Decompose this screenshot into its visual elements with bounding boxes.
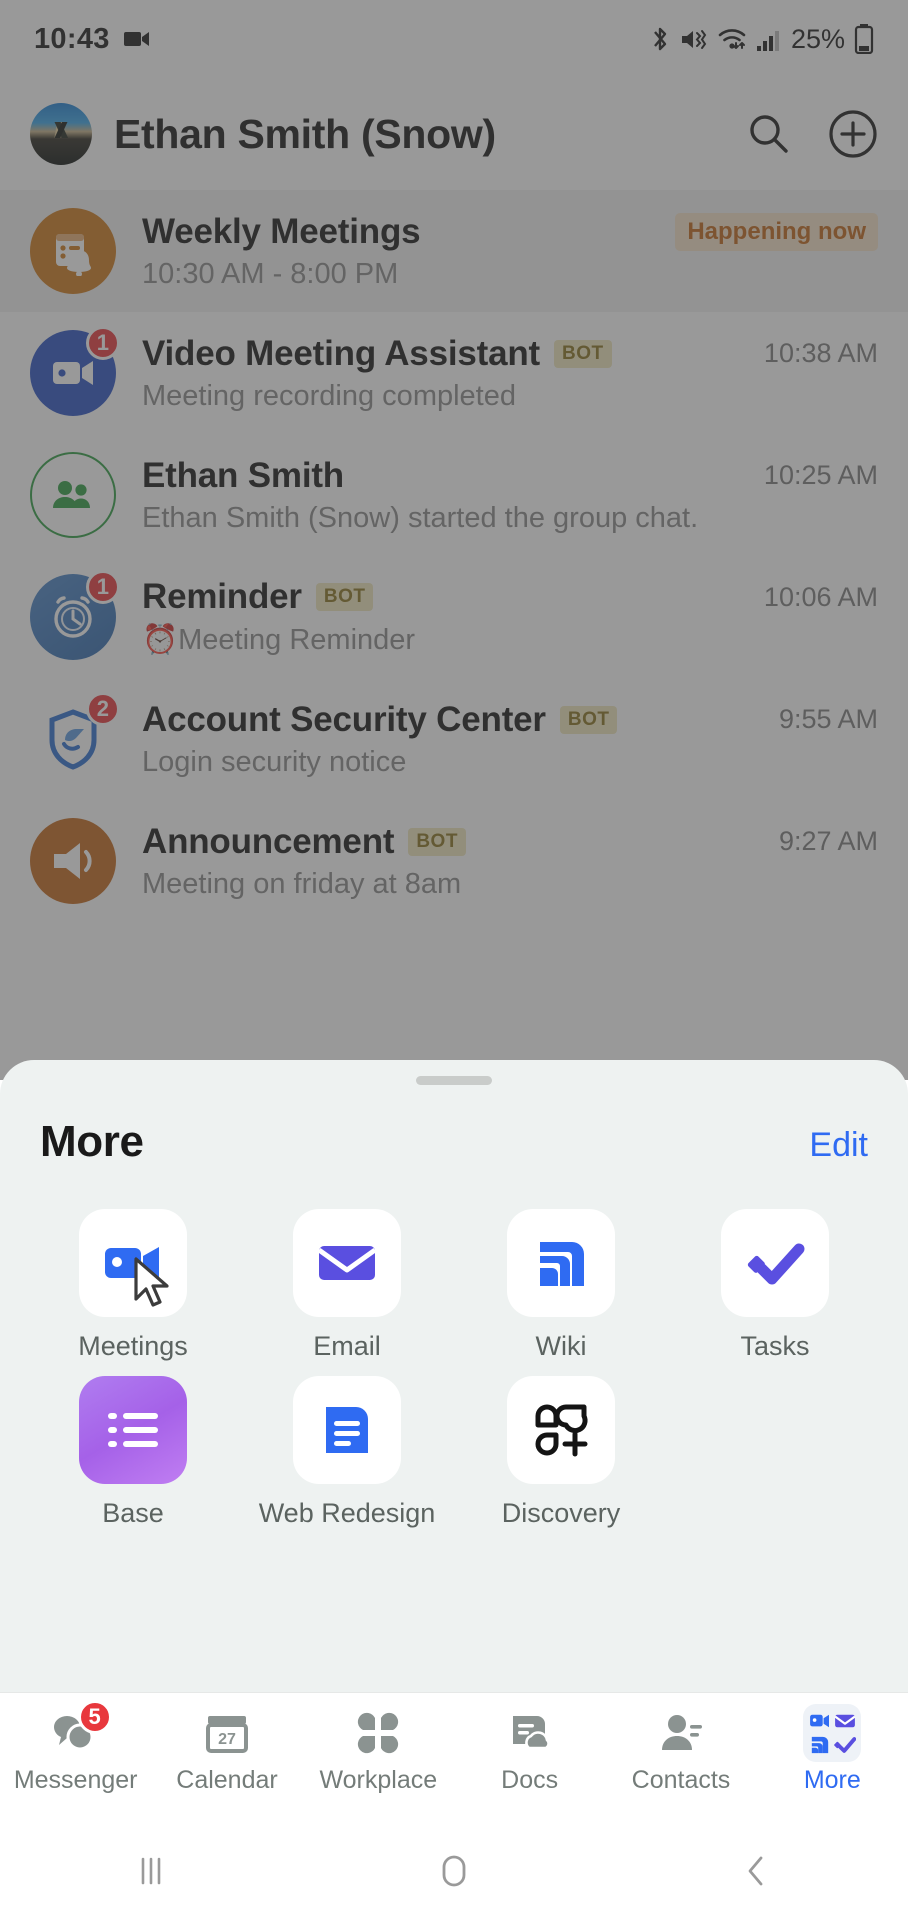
app-label: Meetings bbox=[78, 1331, 188, 1361]
tab-label: Contacts bbox=[631, 1766, 731, 1794]
video-camera-icon bbox=[810, 1714, 830, 1728]
app-shortcut-email[interactable]: Email bbox=[240, 1209, 454, 1362]
contacts-icon bbox=[658, 1707, 704, 1759]
tab-messenger[interactable]: 5 Messenger bbox=[0, 1700, 151, 1795]
tab-more[interactable]: More bbox=[757, 1704, 908, 1795]
video-camera-icon bbox=[79, 1209, 187, 1317]
chat-bubbles-icon: 5 bbox=[50, 1700, 112, 1759]
app-shortcut-web-redesign[interactable]: Web Redesign bbox=[240, 1376, 454, 1529]
sheet-header: More Edit bbox=[0, 1085, 908, 1167]
app-shortcut-grid: Meetings Email Wiki Tasks Base Web Redes… bbox=[0, 1167, 908, 1529]
android-navigation-bar bbox=[0, 1822, 908, 1920]
wiki-icon bbox=[811, 1737, 829, 1754]
app-shortcut-meetings[interactable]: Meetings bbox=[26, 1209, 240, 1362]
app-label: Web Redesign bbox=[258, 1498, 436, 1528]
unread-badge: 5 bbox=[77, 1700, 112, 1734]
app-shortcut-wiki[interactable]: Wiki bbox=[454, 1209, 668, 1362]
tab-calendar[interactable]: 27 Calendar bbox=[151, 1707, 302, 1795]
double-check-icon bbox=[833, 1737, 856, 1754]
app-label: Wiki bbox=[535, 1331, 587, 1361]
tab-workplace[interactable]: Workplace bbox=[303, 1707, 454, 1795]
app-label: Email bbox=[313, 1331, 381, 1361]
edit-button[interactable]: Edit bbox=[809, 1126, 868, 1165]
envelope-icon bbox=[293, 1209, 401, 1317]
home-icon[interactable] bbox=[303, 1849, 606, 1893]
app-shortcut-discovery[interactable]: Discovery bbox=[454, 1376, 668, 1529]
more-mini-grid bbox=[803, 1704, 862, 1762]
back-icon[interactable] bbox=[605, 1849, 908, 1893]
sheet-title: More bbox=[40, 1117, 144, 1166]
sheet-drag-handle[interactable] bbox=[416, 1076, 492, 1085]
calendar-icon: 27 bbox=[204, 1707, 250, 1759]
tab-docs[interactable]: Docs bbox=[454, 1707, 605, 1795]
wiki-icon bbox=[507, 1209, 615, 1317]
mouse-cursor-icon bbox=[134, 1257, 169, 1307]
list-grid-icon bbox=[79, 1376, 187, 1484]
envelope-icon bbox=[834, 1714, 856, 1728]
tab-label: More bbox=[803, 1766, 861, 1794]
app-label: Discovery bbox=[501, 1498, 621, 1528]
tab-contacts[interactable]: Contacts bbox=[605, 1707, 756, 1795]
recents-icon[interactable] bbox=[0, 1851, 303, 1891]
four-petal-icon bbox=[355, 1707, 401, 1759]
tab-label: Calendar bbox=[176, 1766, 278, 1794]
app-shortcut-base[interactable]: Base bbox=[26, 1376, 240, 1529]
modal-scrim[interactable] bbox=[0, 0, 908, 1080]
tab-label: Workplace bbox=[319, 1766, 438, 1794]
double-check-icon bbox=[721, 1209, 829, 1317]
app-label: Tasks bbox=[740, 1331, 810, 1361]
app-grid-plus-icon bbox=[507, 1376, 615, 1484]
docs-cloud-icon bbox=[507, 1707, 553, 1759]
tab-label: Docs bbox=[501, 1766, 559, 1794]
document-icon bbox=[293, 1376, 401, 1484]
calendar-day-number: 27 bbox=[218, 1731, 236, 1748]
more-grid-icon bbox=[803, 1704, 862, 1762]
more-bottom-sheet: More Edit Meetings Email Wiki Tasks Base… bbox=[0, 1060, 908, 1762]
tab-label: Messenger bbox=[13, 1766, 138, 1794]
bottom-tab-bar: 5 Messenger 27 Calendar Workplace Docs C… bbox=[0, 1692, 908, 1822]
app-shortcut-tasks[interactable]: Tasks bbox=[668, 1209, 882, 1362]
app-label: Base bbox=[102, 1498, 164, 1528]
